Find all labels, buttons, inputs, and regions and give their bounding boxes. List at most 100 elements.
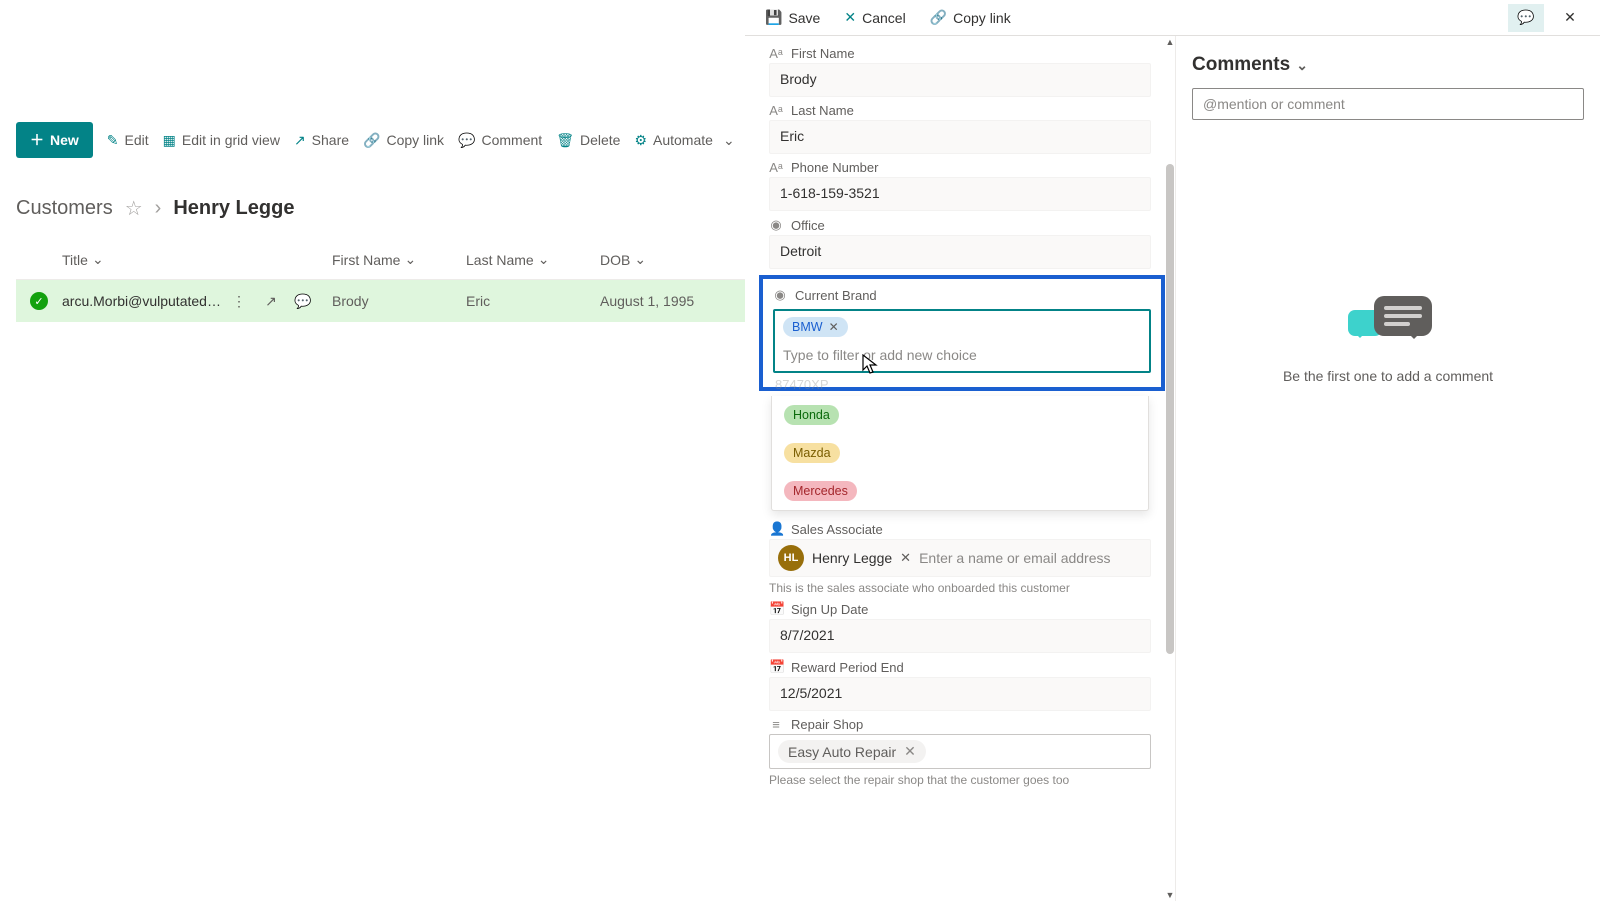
last-name-label: Last Name [791, 103, 854, 118]
row-more-icon[interactable]: ⋮ [224, 293, 254, 310]
cancel-button[interactable]: ✕Cancel [836, 5, 913, 30]
copylink-button[interactable]: 🔗Copy link [363, 132, 444, 149]
scroll-down-icon[interactable]: ▼ [1165, 889, 1175, 901]
choice-icon: ◉ [769, 217, 783, 233]
scroll-up-icon[interactable]: ▲ [1165, 36, 1175, 48]
remove-chip-icon[interactable]: ✕ [904, 743, 916, 760]
office-label: Office [791, 218, 825, 233]
calendar-icon: 📅 [769, 601, 783, 617]
brand-input-box[interactable]: BMW ✕ [773, 309, 1151, 373]
signup-label: Sign Up Date [791, 602, 868, 617]
phone-label: Phone Number [791, 160, 878, 175]
comment-button[interactable]: 💬Comment [458, 132, 542, 149]
link-icon: 🔗 [930, 9, 947, 26]
brand-option-mazda[interactable]: Mazda [772, 434, 1148, 472]
check-icon[interactable]: ✓ [30, 292, 48, 310]
cell-last: Eric [466, 293, 600, 309]
chevron-down-icon: ⌄ [538, 251, 550, 268]
plus-icon: ＋ [30, 130, 44, 150]
save-button[interactable]: 💾Save [757, 5, 828, 30]
repair-help: Please select the repair shop that the c… [769, 773, 1151, 787]
flow-icon: ⚙ [634, 132, 647, 149]
share-icon: ↗ [294, 132, 306, 149]
repair-input[interactable]: Easy Auto Repair ✕ [769, 734, 1151, 769]
brand-label: Current Brand [795, 288, 877, 303]
chevron-down-icon: ⌄ [1296, 57, 1308, 74]
first-name-input[interactable]: Brody [769, 63, 1151, 97]
brand-chip-bmw[interactable]: BMW ✕ [783, 317, 848, 337]
last-name-input[interactable]: Eric [769, 120, 1151, 154]
sales-associate-input[interactable]: HL Henry Legge ✕ Enter a name or email a… [769, 539, 1151, 577]
scroll-thumb[interactable] [1166, 164, 1174, 654]
chevron-down-icon: ⌄ [723, 132, 735, 149]
remove-person-icon[interactable]: ✕ [900, 550, 911, 566]
avatar: HL [778, 545, 804, 571]
sales-associate-label: Sales Associate [791, 522, 883, 537]
new-button[interactable]: ＋ New [16, 122, 93, 158]
reward-label: Reward Period End [791, 660, 904, 675]
chevron-right-icon: › [155, 197, 162, 220]
sa-name: Henry Legge [812, 550, 892, 566]
signup-input[interactable]: 8/7/2021 [769, 619, 1151, 653]
col-dob[interactable]: DOB ⌄ [600, 251, 646, 268]
pencil-icon: ✎ [107, 132, 119, 149]
delete-button[interactable]: 🗑Delete [556, 132, 620, 149]
cell-title: arcu.Morbi@vulputatedu... [62, 293, 222, 309]
share-button[interactable]: ↗Share [294, 132, 349, 149]
chevron-down-icon: ⌄ [92, 251, 104, 268]
favorite-icon[interactable]: ☆ [125, 196, 143, 221]
close-icon: ✕ [844, 9, 856, 26]
sa-help: This is the sales associate who onboarde… [769, 581, 1151, 595]
trash-icon: 🗑 [556, 132, 574, 149]
breadcrumb: Customers ☆ › Henry Legge [16, 196, 294, 221]
choice-icon: ◉ [773, 287, 787, 303]
brand-dropdown: Honda Mazda Mercedes [771, 396, 1149, 511]
save-icon: 💾 [765, 9, 782, 26]
col-first[interactable]: First Name ⌄ [332, 251, 416, 268]
comments-panel: Comments ⌄ @mention or comment Be the fi… [1175, 36, 1600, 901]
plate-peek: 87470XP [775, 377, 1151, 392]
breadcrumb-current: Henry Legge [173, 197, 294, 220]
form-scrollbar[interactable]: ▲ ▼ [1165, 36, 1175, 901]
comments-heading[interactable]: Comments ⌄ [1192, 54, 1308, 76]
first-name-label: First Name [791, 46, 855, 61]
edit-grid-button[interactable]: ▦Edit in grid view [163, 132, 280, 149]
automate-button[interactable]: ⚙Automate⌄ [634, 132, 734, 149]
row-comment-icon[interactable]: 💬 [288, 293, 318, 310]
close-panel[interactable]: ✕ [1552, 4, 1588, 32]
phone-input[interactable]: 1-618-159-3521 [769, 177, 1151, 211]
reward-input[interactable]: 12/5/2021 [769, 677, 1151, 711]
calendar-icon: 📅 [769, 659, 783, 675]
row-share-icon[interactable]: ↗ [256, 293, 286, 310]
office-input[interactable]: Detroit [769, 235, 1151, 269]
chevron-down-icon: ⌄ [404, 251, 416, 268]
text-icon: Aᵃ [769, 46, 783, 61]
col-last[interactable]: Last Name ⌄ [466, 251, 549, 268]
cell-first: Brody [332, 293, 466, 309]
copylink-button[interactable]: 🔗Copy link [922, 5, 1019, 30]
person-icon: 👤 [769, 521, 783, 537]
text-icon: Aᵃ [769, 160, 783, 175]
chevron-down-icon: ⌄ [634, 251, 646, 268]
chat-icon: 💬 [1517, 9, 1534, 26]
link-icon: 🔗 [363, 132, 380, 149]
comments-empty-icon [1338, 296, 1438, 352]
list-toolbar: ＋ New ✎Edit ▦Edit in grid view ↗Share 🔗C… [16, 122, 763, 158]
breadcrumb-root[interactable]: Customers [16, 197, 113, 220]
remove-chip-icon[interactable]: ✕ [829, 320, 839, 334]
col-title[interactable]: Title ⌄ [62, 251, 104, 268]
comments-empty-text: Be the first one to add a comment [1176, 368, 1600, 384]
new-label: New [50, 132, 79, 148]
cell-dob: August 1, 1995 [600, 293, 740, 309]
comments-toggle[interactable]: 💬 [1508, 4, 1544, 32]
edit-button[interactable]: ✎Edit [107, 132, 149, 149]
sa-placeholder: Enter a name or email address [919, 550, 1110, 566]
panel-header: 💾Save ✕Cancel 🔗Copy link 💬 ✕ [745, 0, 1600, 36]
comment-input[interactable]: @mention or comment [1192, 88, 1584, 120]
text-icon: Aᵃ [769, 103, 783, 118]
list-icon: ≡ [769, 717, 783, 732]
brand-filter-input[interactable] [783, 347, 1141, 363]
repair-chip[interactable]: Easy Auto Repair ✕ [778, 740, 926, 763]
brand-option-honda[interactable]: Honda [772, 396, 1148, 434]
brand-option-mercedes[interactable]: Mercedes [772, 472, 1148, 510]
